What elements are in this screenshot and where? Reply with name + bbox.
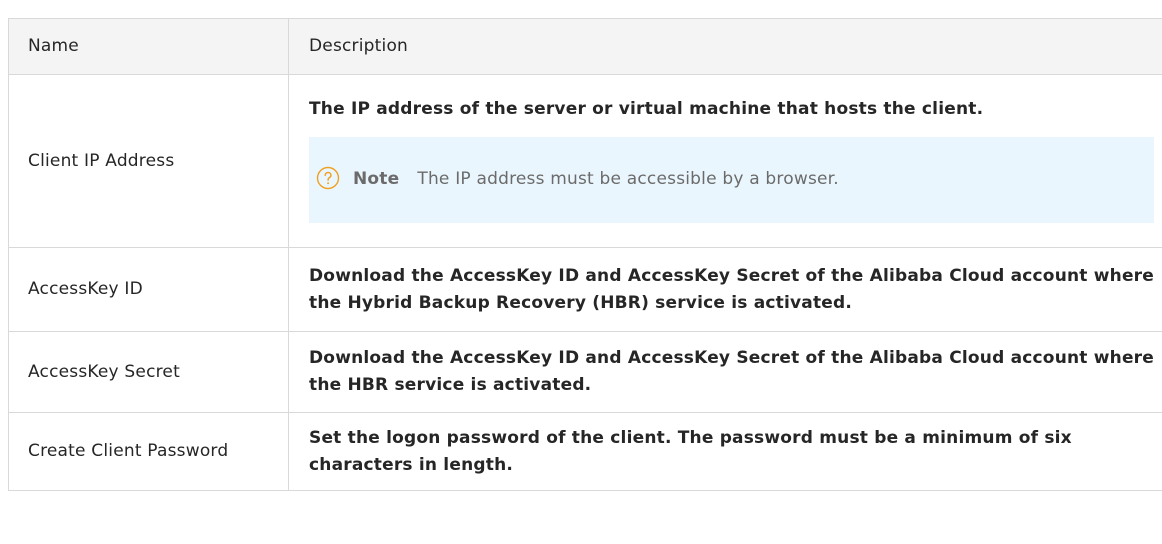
parameters-table: Name Description Client IP Address The I… bbox=[8, 18, 1162, 491]
note-text: The IP address must be accessible by a b… bbox=[417, 169, 839, 189]
table-row: Client IP Address The IP address of the … bbox=[8, 74, 1162, 248]
question-circle-icon bbox=[316, 166, 340, 189]
note-label: Note bbox=[353, 169, 400, 189]
row-name-create-client-password: Create Client Password bbox=[8, 412, 289, 491]
table-row: AccessKey ID Download the AccessKey ID a… bbox=[8, 247, 1162, 332]
table-row: Create Client Password Set the logon pas… bbox=[8, 412, 1162, 491]
row-name-accesskey-secret: AccessKey Secret bbox=[8, 331, 289, 413]
column-header-description: Description bbox=[288, 18, 1162, 75]
row-description-create-client-password: Set the logon password of the client. Th… bbox=[288, 412, 1162, 491]
note-callout: Note The IP address must be accessible b… bbox=[309, 136, 1154, 223]
row-description-accesskey-secret: Download the AccessKey ID and AccessKey … bbox=[288, 331, 1162, 413]
column-header-name: Name bbox=[8, 18, 289, 75]
row-description-accesskey-id: Download the AccessKey ID and AccessKey … bbox=[288, 247, 1162, 332]
row-name-accesskey-id: AccessKey ID bbox=[8, 247, 289, 332]
row-name-client-ip-address: Client IP Address bbox=[8, 74, 289, 248]
table-row: AccessKey Secret Download the AccessKey … bbox=[8, 331, 1162, 413]
table-header-row: Name Description bbox=[8, 18, 1162, 75]
row-description-client-ip-address: The IP address of the server or virtual … bbox=[309, 98, 984, 119]
row-description-cell: The IP address of the server or virtual … bbox=[288, 74, 1162, 248]
